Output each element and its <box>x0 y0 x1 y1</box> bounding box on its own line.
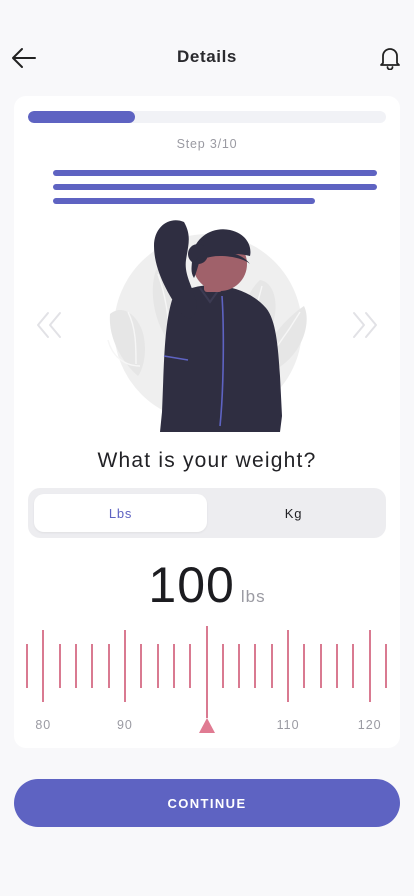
description-line <box>53 170 377 176</box>
ruler-pointer <box>199 718 215 733</box>
page-title: Details <box>177 47 237 66</box>
step-label: Step 3/10 <box>176 137 238 151</box>
notifications-button[interactable] <box>374 42 406 74</box>
unit-option-lbs[interactable]: Lbs <box>34 494 207 532</box>
weight-ruler[interactable]: 80 90 110 120 <box>14 622 400 742</box>
description-line <box>53 198 316 204</box>
ruler-tick <box>107 644 110 688</box>
person-illustration <box>107 220 307 432</box>
unit-option-kg[interactable]: Kg <box>207 494 380 532</box>
ruler-tick <box>319 644 322 688</box>
ruler-tick <box>140 644 143 688</box>
ruler-center-line <box>206 626 208 718</box>
ruler-tick <box>91 644 94 688</box>
ruler-tick <box>172 644 175 688</box>
weight-readout: 100 lbs <box>14 556 400 614</box>
ruler-tick <box>26 644 28 688</box>
ruler-label: 110 <box>276 718 300 732</box>
description-placeholder <box>53 170 377 212</box>
ruler-tick <box>74 644 77 688</box>
ruler-label: 120 <box>357 718 382 732</box>
unit-toggle: Lbs Kg <box>28 488 386 538</box>
continue-button[interactable]: CONTINUE <box>14 779 400 827</box>
progress-bar <box>28 111 386 123</box>
ruler-tick <box>254 644 257 688</box>
ruler-tick <box>42 630 45 702</box>
question-heading: What is your weight? <box>97 449 317 472</box>
bell-icon <box>380 48 400 70</box>
ruler-tick <box>385 644 387 688</box>
ruler-tick <box>287 630 290 702</box>
ruler-tick <box>238 644 241 688</box>
ruler-tick <box>336 644 339 688</box>
ruler-label: 90 <box>116 718 133 732</box>
ruler-tick <box>156 644 159 688</box>
question-card: Step 3/10 What is your weight? Lbs Kg 10… <box>14 96 400 748</box>
progress-fill <box>28 111 136 123</box>
ruler-tick <box>368 630 371 702</box>
ruler-label: 80 <box>35 718 52 732</box>
description-line <box>53 184 377 190</box>
double-chevron-left-icon[interactable] <box>34 310 64 340</box>
ruler-tick <box>189 644 192 688</box>
illustration-carousel <box>14 216 400 436</box>
ruler-tick <box>352 644 355 688</box>
ruler-tick <box>221 644 224 688</box>
ruler-tick <box>58 644 61 688</box>
double-chevron-right-icon[interactable] <box>350 310 380 340</box>
ruler-tick <box>123 630 126 702</box>
ruler-tick <box>303 644 306 688</box>
weight-unit: lbs <box>240 587 266 606</box>
weight-value: 100 <box>148 557 235 613</box>
ruler-tick <box>270 644 273 688</box>
